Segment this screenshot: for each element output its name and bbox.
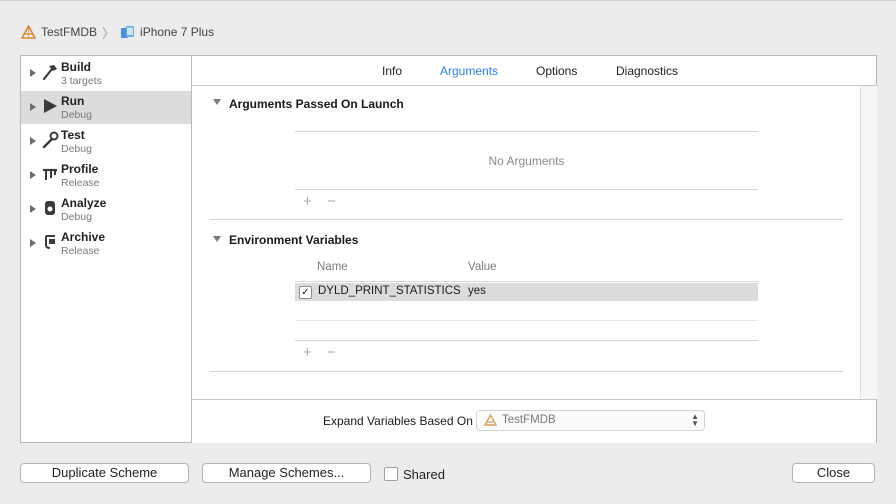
table-row[interactable]: ✓ DYLD_PRINT_STATISTICS yes <box>295 283 758 301</box>
arguments-list-top-border <box>295 131 758 132</box>
arguments-list-bottom-border <box>295 189 758 190</box>
sidebar-item-label: Archive <box>61 230 106 244</box>
sidebar-item-label: Run <box>61 94 85 108</box>
instruments-icon <box>41 165 59 183</box>
tab-options[interactable]: Options <box>536 64 577 78</box>
duplicate-scheme-button[interactable]: Duplicate Scheme <box>20 463 189 483</box>
expand-triangle-icon[interactable] <box>30 137 36 145</box>
env-list-bottom-border <box>295 340 758 341</box>
breadcrumb-separator: 〉 <box>102 25 116 41</box>
expand-triangle-icon[interactable] <box>30 239 36 247</box>
sidebar-item-label: Profile <box>61 162 99 176</box>
shared-checkbox-box[interactable] <box>384 467 398 481</box>
breadcrumb: TestFMDB 〉 iPhone 7 Plus <box>21 23 214 41</box>
no-arguments-message: No Arguments <box>488 154 565 168</box>
sidebar-item-sublabel: 3 targets <box>61 75 102 87</box>
section-divider <box>210 219 843 220</box>
add-argument-button[interactable]: + <box>303 194 312 209</box>
section-divider <box>210 371 843 372</box>
sidebar-item-label: Test <box>61 128 85 142</box>
tab-diagnostics[interactable]: Diagnostics <box>616 64 678 78</box>
sidebar-item-sublabel: Debug <box>61 211 92 223</box>
run-action-panel: Info Arguments Options Diagnostics Argum… <box>192 56 877 443</box>
xcode-project-icon <box>483 413 498 429</box>
sidebar-item-sublabel: Release <box>61 245 100 257</box>
scheme-actions-sidebar: Build 3 targets Run Debug Test Debug Pro… <box>21 56 192 442</box>
device-icon <box>120 25 135 39</box>
arguments-section-title: Arguments Passed On Launch <box>229 97 404 111</box>
expand-variables-label: Expand Variables Based On <box>323 414 473 428</box>
expand-triangle-icon[interactable] <box>30 205 36 213</box>
env-var-value[interactable]: yes <box>468 285 486 297</box>
shared-label: Shared <box>403 466 445 482</box>
expand-triangle-icon[interactable] <box>30 103 36 111</box>
sidebar-item-build[interactable]: Build 3 targets <box>21 57 191 90</box>
shared-checkbox[interactable]: Shared <box>384 465 445 483</box>
wrench-icon <box>41 131 59 149</box>
add-env-var-button[interactable]: + <box>303 345 312 360</box>
env-enabled-checkbox[interactable]: ✓ <box>299 286 312 299</box>
sidebar-item-archive[interactable]: Archive Release <box>21 227 191 260</box>
env-column-name: Name <box>317 261 348 273</box>
disclosure-triangle-icon[interactable] <box>213 236 221 242</box>
remove-env-var-button[interactable]: − <box>327 345 336 360</box>
tab-arguments[interactable]: Arguments <box>440 64 498 78</box>
breadcrumb-device[interactable]: iPhone 7 Plus <box>120 25 214 39</box>
manage-schemes-button[interactable]: Manage Schemes... <box>202 463 371 483</box>
sidebar-item-label: Build <box>61 60 91 74</box>
env-row-divider <box>295 320 758 321</box>
scheme-editor: Build 3 targets Run Debug Test Debug Pro… <box>20 55 877 443</box>
env-var-name[interactable]: DYLD_PRINT_STATISTICS <box>318 285 461 297</box>
env-header-border <box>295 281 758 282</box>
expand-variables-popup[interactable]: TestFMDB ▲ ▼ <box>476 410 705 431</box>
xcode-project-icon <box>21 25 36 39</box>
tab-info[interactable]: Info <box>382 64 402 78</box>
remove-argument-button[interactable]: − <box>327 194 336 209</box>
sidebar-item-test[interactable]: Test Debug <box>21 125 191 158</box>
sidebar-item-run[interactable]: Run Debug <box>21 91 191 124</box>
close-button[interactable]: Close <box>792 463 875 483</box>
sidebar-item-analyze[interactable]: Analyze Debug <box>21 193 191 226</box>
breadcrumb-project-label: TestFMDB <box>41 25 98 39</box>
hammer-icon <box>41 63 59 81</box>
expand-triangle-icon[interactable] <box>30 171 36 179</box>
sidebar-item-label: Analyze <box>61 196 107 210</box>
disclosure-triangle-icon[interactable] <box>213 99 221 105</box>
expand-triangle-icon[interactable] <box>30 69 36 77</box>
arguments-scroll-area[interactable]: Arguments Passed On Launch No Arguments … <box>192 86 860 399</box>
breadcrumb-project[interactable]: TestFMDB <box>21 25 97 39</box>
breadcrumb-device-label: iPhone 7 Plus <box>140 25 215 39</box>
play-icon <box>41 97 59 115</box>
sidebar-item-sublabel: Release <box>61 177 100 189</box>
environment-section-title: Environment Variables <box>229 233 359 247</box>
tab-bar: Info Arguments Options Diagnostics <box>192 56 876 86</box>
vertical-scrollbar[interactable] <box>860 86 877 399</box>
sidebar-item-sublabel: Debug <box>61 109 92 121</box>
sidebar-item-sublabel: Debug <box>61 143 92 155</box>
sidebar-item-profile[interactable]: Profile Release <box>21 159 191 192</box>
window-top-edge <box>0 0 896 1</box>
expand-variables-bar: Expand Variables Based On TestFMDB ▲ ▼ <box>192 399 876 443</box>
archive-icon <box>41 233 59 251</box>
expand-variables-value: TestFMDB <box>502 414 556 426</box>
env-column-value: Value <box>468 261 497 273</box>
chevron-updown-icon: ▲ ▼ <box>691 412 699 428</box>
analyze-icon <box>41 199 59 217</box>
